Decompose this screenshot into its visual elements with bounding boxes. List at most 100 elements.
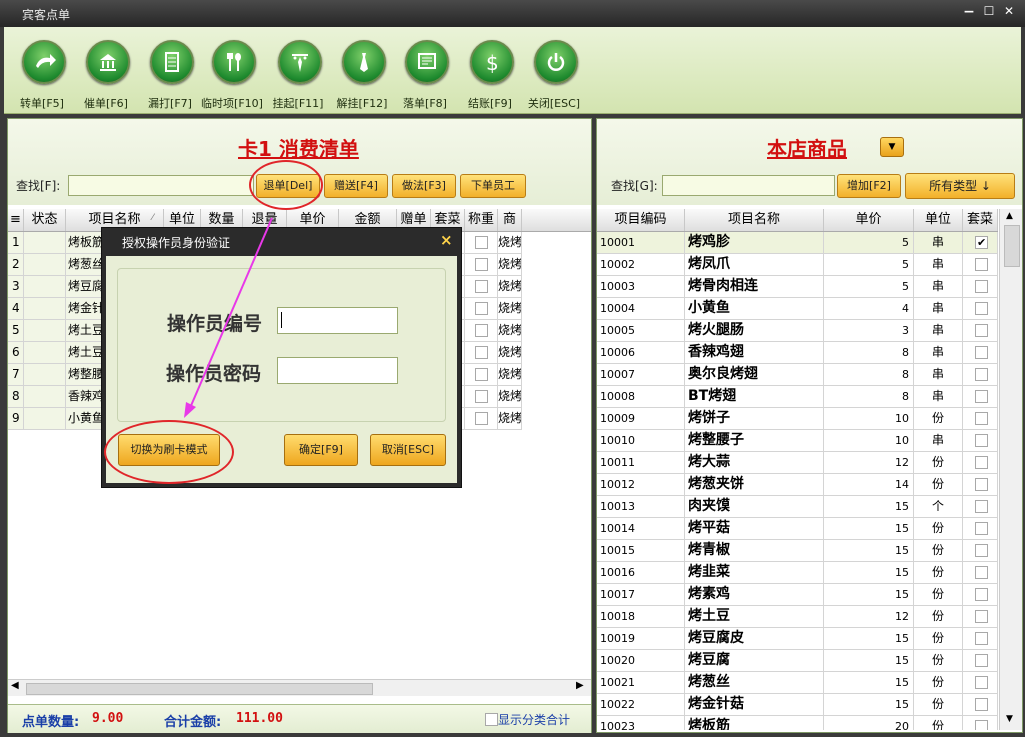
- product-set-checkbox[interactable]: [975, 654, 988, 667]
- order-staff-button[interactable]: 下单员工: [460, 174, 526, 198]
- scroll-down-icon[interactable]: ▼: [1006, 714, 1013, 724]
- product-set-checkbox[interactable]: [975, 676, 988, 689]
- product-row[interactable]: 10003 烤骨肉相连 5 串: [597, 276, 998, 298]
- add-product-button[interactable]: 增加[F2]: [837, 174, 901, 198]
- order-row-checkbox[interactable]: [475, 236, 488, 249]
- product-row[interactable]: 10023 烤板筋 20 份: [597, 716, 998, 730]
- product-row[interactable]: 10004 小黄鱼 4 串: [597, 298, 998, 320]
- product-set-checkbox[interactable]: [975, 412, 988, 425]
- toolbar-button-4[interactable]: 临时项[F10]: [201, 34, 263, 112]
- product-set-checkbox[interactable]: [975, 302, 988, 315]
- product-row[interactable]: 10013 肉夹馍 15 个: [597, 496, 998, 518]
- confirm-button[interactable]: 确定[F9]: [284, 434, 358, 466]
- product-set-checkbox[interactable]: [975, 632, 988, 645]
- order-search-input[interactable]: [68, 175, 254, 196]
- product-row[interactable]: 10009 烤饼子 10 份: [597, 408, 998, 430]
- product-set-checkbox[interactable]: [975, 258, 988, 271]
- product-set-checkbox[interactable]: [975, 346, 988, 359]
- product-search-input[interactable]: [662, 175, 835, 196]
- order-row-checkbox[interactable]: [475, 258, 488, 271]
- product-set-checkbox[interactable]: [975, 324, 988, 337]
- product-row[interactable]: 10011 烤大蒜 12 份: [597, 452, 998, 474]
- product-set-checkbox[interactable]: [975, 610, 988, 623]
- products-dropdown-toggle[interactable]: ▼: [880, 137, 904, 157]
- toolbar-button-5[interactable]: 挂起[F11]: [267, 34, 327, 112]
- maximize-button[interactable]: ☐: [980, 4, 998, 18]
- product-row[interactable]: 10017 烤素鸡 15 份: [597, 584, 998, 606]
- operator-password-input[interactable]: [277, 357, 398, 384]
- product-column-header[interactable]: 套菜: [963, 209, 998, 231]
- order-row-checkbox[interactable]: [475, 390, 488, 403]
- toolbar-button-9[interactable]: 关闭[ESC]: [523, 34, 583, 112]
- order-column-header[interactable]: 状态: [24, 209, 66, 231]
- cancel-button[interactable]: 取消[ESC]: [370, 434, 446, 466]
- order-row-checkbox[interactable]: [475, 280, 488, 293]
- product-set-checkbox[interactable]: [975, 544, 988, 557]
- product-column-header[interactable]: 项目名称: [685, 209, 824, 231]
- product-row[interactable]: 10008 BT烤翅 8 串: [597, 386, 998, 408]
- close-button[interactable]: ✕: [1000, 4, 1018, 18]
- order-column-header[interactable]: 称重: [465, 209, 498, 231]
- order-table-hscrollbar[interactable]: ◀ ▶: [8, 679, 591, 696]
- order-row-checkbox[interactable]: [475, 346, 488, 359]
- order-row-checkbox[interactable]: [475, 412, 488, 425]
- product-column-header[interactable]: 单位: [914, 209, 963, 231]
- product-row[interactable]: 10014 烤平菇 15 份: [597, 518, 998, 540]
- product-column-header[interactable]: 单价: [824, 209, 914, 231]
- product-set-checkbox[interactable]: [975, 500, 988, 513]
- cooking-method-button[interactable]: 做法[F3]: [392, 174, 456, 198]
- product-set-cell: [963, 430, 998, 452]
- vscroll-thumb[interactable]: [1004, 225, 1020, 267]
- toolbar-button-1[interactable]: 转单[F5]: [11, 34, 71, 112]
- product-column-header[interactable]: 项目编码: [597, 209, 685, 231]
- minimize-button[interactable]: −: [960, 4, 978, 20]
- toolbar-button-2[interactable]: 催单[F6]: [75, 34, 135, 112]
- product-row[interactable]: 10012 烤葱夹饼 14 份: [597, 474, 998, 496]
- product-row[interactable]: 10010 烤整腰子 10 串: [597, 430, 998, 452]
- gift-button[interactable]: 赠送[F4]: [324, 174, 388, 198]
- scroll-left-icon[interactable]: ◀: [11, 680, 19, 691]
- product-set-checkbox[interactable]: ✔: [975, 236, 988, 249]
- product-row[interactable]: 10007 奥尔良烤翅 8 串: [597, 364, 998, 386]
- order-column-header[interactable]: ≡: [8, 209, 24, 231]
- toolbar-button-8[interactable]: $ 结账[F9]: [459, 34, 519, 112]
- product-row[interactable]: 10016 烤韭菜 15 份: [597, 562, 998, 584]
- scroll-up-icon[interactable]: ▲: [1006, 211, 1013, 221]
- all-types-button[interactable]: 所有类型 ↓: [905, 173, 1015, 199]
- product-set-checkbox[interactable]: [975, 566, 988, 579]
- dialog-close-icon[interactable]: ×: [440, 231, 453, 249]
- product-set-checkbox[interactable]: [975, 588, 988, 601]
- product-row[interactable]: 10005 烤火腿肠 3 串: [597, 320, 998, 342]
- hscroll-thumb[interactable]: [26, 683, 373, 695]
- product-set-checkbox[interactable]: [975, 280, 988, 293]
- product-table-vscrollbar[interactable]: ▲ ▼: [999, 209, 1022, 730]
- order-row-checkbox[interactable]: [475, 302, 488, 315]
- toolbar-button-7[interactable]: 落单[F8]: [394, 34, 454, 112]
- product-row[interactable]: 10020 烤豆腐 15 份: [597, 650, 998, 672]
- order-row-checkbox[interactable]: [475, 368, 488, 381]
- product-row[interactable]: 10022 烤金针菇 15 份: [597, 694, 998, 716]
- product-set-checkbox[interactable]: [975, 368, 988, 381]
- order-column-header[interactable]: 商: [498, 209, 522, 231]
- product-set-checkbox[interactable]: [975, 698, 988, 711]
- product-row[interactable]: 10006 香辣鸡翅 8 串: [597, 342, 998, 364]
- product-row[interactable]: 10019 烤豆腐皮 15 份: [597, 628, 998, 650]
- scroll-right-icon[interactable]: ▶: [576, 680, 584, 691]
- product-set-checkbox[interactable]: [975, 720, 988, 730]
- product-price: 3: [824, 320, 914, 342]
- product-set-checkbox[interactable]: [975, 434, 988, 447]
- product-set-checkbox[interactable]: [975, 456, 988, 469]
- product-row[interactable]: 10015 烤青椒 15 份: [597, 540, 998, 562]
- product-row[interactable]: 10021 烤葱丝 15 份: [597, 672, 998, 694]
- product-row[interactable]: 10001 烤鸡胗 5 串 ✔: [597, 232, 998, 254]
- product-row[interactable]: 10018 烤土豆 12 份: [597, 606, 998, 628]
- toolbar-button-3[interactable]: 漏打[F7]: [139, 34, 199, 112]
- product-row[interactable]: 10002 烤凤爪 5 串: [597, 254, 998, 276]
- toolbar-button-6[interactable]: 解挂[F12]: [331, 34, 391, 112]
- product-set-checkbox[interactable]: [975, 522, 988, 535]
- product-set-checkbox[interactable]: [975, 478, 988, 491]
- product-set-checkbox[interactable]: [975, 390, 988, 403]
- order-row-checkbox[interactable]: [475, 324, 488, 337]
- show-category-total-checkbox[interactable]: [485, 713, 498, 726]
- operator-id-input[interactable]: [277, 307, 398, 334]
